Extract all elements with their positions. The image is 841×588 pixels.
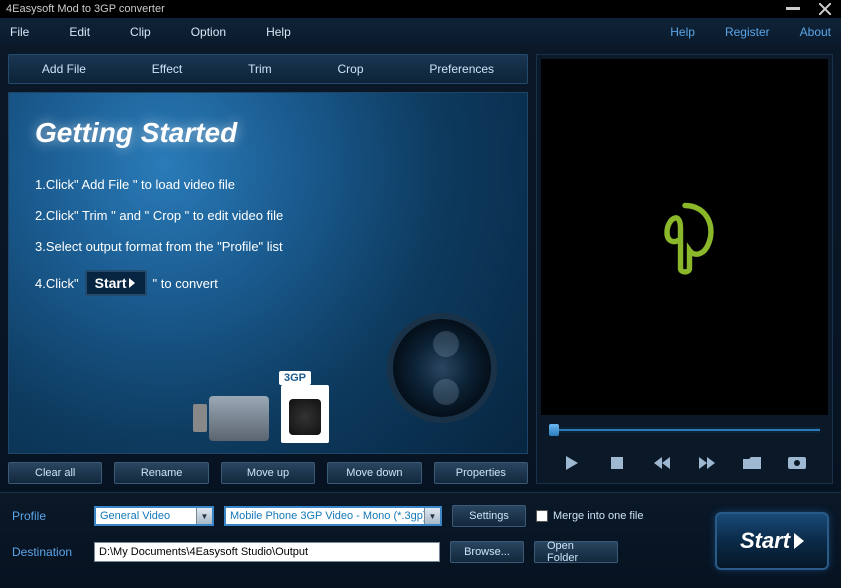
destination-row: Destination D:\My Documents\4Easysoft St… [12, 541, 699, 563]
output-settings: Profile General Video ▼ Mobile Phone 3GP… [12, 505, 699, 576]
app-window: 4Easysoft Mod to 3GP converter File Edit… [0, 0, 841, 588]
step-3: 3.Select output format from the "Profile… [35, 239, 511, 254]
destination-input[interactable]: D:\My Documents\4Easysoft Studio\Output [94, 542, 440, 562]
move-up-button[interactable]: Move up [221, 462, 315, 484]
profile-label: Profile [12, 509, 84, 523]
menu-option[interactable]: Option [191, 25, 226, 39]
menu-edit[interactable]: Edit [69, 25, 90, 39]
film-reel-icon [387, 313, 497, 423]
toolbar-effect[interactable]: Effect [152, 62, 182, 76]
close-button[interactable] [815, 3, 835, 15]
link-about[interactable]: About [800, 25, 831, 39]
rename-button[interactable]: Rename [114, 462, 208, 484]
seek-bar[interactable] [549, 427, 820, 433]
open-file-button[interactable] [738, 453, 766, 473]
list-actions: Clear all Rename Move up Move down Prope… [8, 462, 528, 484]
prev-button[interactable] [648, 453, 676, 473]
minimize-button[interactable] [783, 3, 803, 15]
titlebar: 4Easysoft Mod to 3GP converter [0, 0, 841, 18]
profile-category-combo[interactable]: General Video ▼ [94, 506, 214, 526]
brand-logo-icon [640, 192, 730, 282]
toolbar-preferences[interactable]: Preferences [429, 62, 494, 76]
menubar: File Edit Clip Option Help Help Register… [0, 18, 841, 46]
file-3gp-icon [281, 385, 329, 443]
merge-checkbox[interactable] [536, 510, 548, 522]
link-register[interactable]: Register [725, 25, 770, 39]
profile-format-combo[interactable]: Mobile Phone 3GP Video - Mono (*.3gp) ▼ [224, 506, 442, 526]
getting-started-panel: Getting Started 1.Click" Add File " to l… [8, 92, 528, 454]
content-area: Add File Effect Trim Crop Preferences Ge… [0, 46, 841, 492]
step-1: 1.Click" Add File " to load video file [35, 177, 511, 192]
step-4: 4.Click" Start " to convert [35, 270, 511, 296]
toolbar-add-file[interactable]: Add File [42, 62, 86, 76]
seek-thumb[interactable] [549, 424, 559, 436]
clear-all-button[interactable]: Clear all [8, 462, 102, 484]
getting-started-title: Getting Started [35, 117, 511, 149]
step-4-prefix: 4.Click" [35, 276, 79, 291]
destination-label: Destination [12, 545, 84, 559]
preview-panel [536, 54, 833, 484]
window-title: 4Easysoft Mod to 3GP converter [6, 3, 165, 15]
main-toolbar: Add File Effect Trim Crop Preferences [8, 54, 528, 84]
step-2: 2.Click" Trim " and " Crop " to edit vid… [35, 208, 511, 223]
camcorder-icon [209, 396, 269, 441]
window-controls [783, 3, 835, 15]
chevron-down-icon: ▼ [424, 508, 440, 524]
link-help[interactable]: Help [670, 25, 695, 39]
toolbar-crop[interactable]: Crop [338, 62, 364, 76]
merge-label: Merge into one file [553, 510, 644, 522]
profile-row: Profile General Video ▼ Mobile Phone 3GP… [12, 505, 699, 527]
menu-help[interactable]: Help [266, 25, 291, 39]
step-4-suffix: " to convert [153, 276, 218, 291]
stop-button[interactable] [603, 453, 631, 473]
chevron-down-icon: ▼ [196, 508, 212, 524]
snapshot-button[interactable] [783, 453, 811, 473]
bottom-panel: Profile General Video ▼ Mobile Phone 3GP… [0, 492, 841, 588]
inline-start-demo: Start [85, 270, 147, 296]
properties-button[interactable]: Properties [434, 462, 528, 484]
menu-clip[interactable]: Clip [130, 25, 151, 39]
start-button[interactable]: Start [715, 512, 829, 570]
open-folder-button[interactable]: Open Folder [534, 541, 618, 563]
next-button[interactable] [693, 453, 721, 473]
menu-file[interactable]: File [10, 25, 29, 39]
left-panel: Add File Effect Trim Crop Preferences Ge… [8, 54, 528, 484]
move-down-button[interactable]: Move down [327, 462, 421, 484]
settings-button[interactable]: Settings [452, 505, 526, 527]
play-button[interactable] [558, 453, 586, 473]
video-preview [541, 59, 828, 415]
browse-button[interactable]: Browse... [450, 541, 524, 563]
player-controls [541, 447, 828, 479]
merge-option[interactable]: Merge into one file [536, 510, 644, 522]
toolbar-trim[interactable]: Trim [248, 62, 272, 76]
